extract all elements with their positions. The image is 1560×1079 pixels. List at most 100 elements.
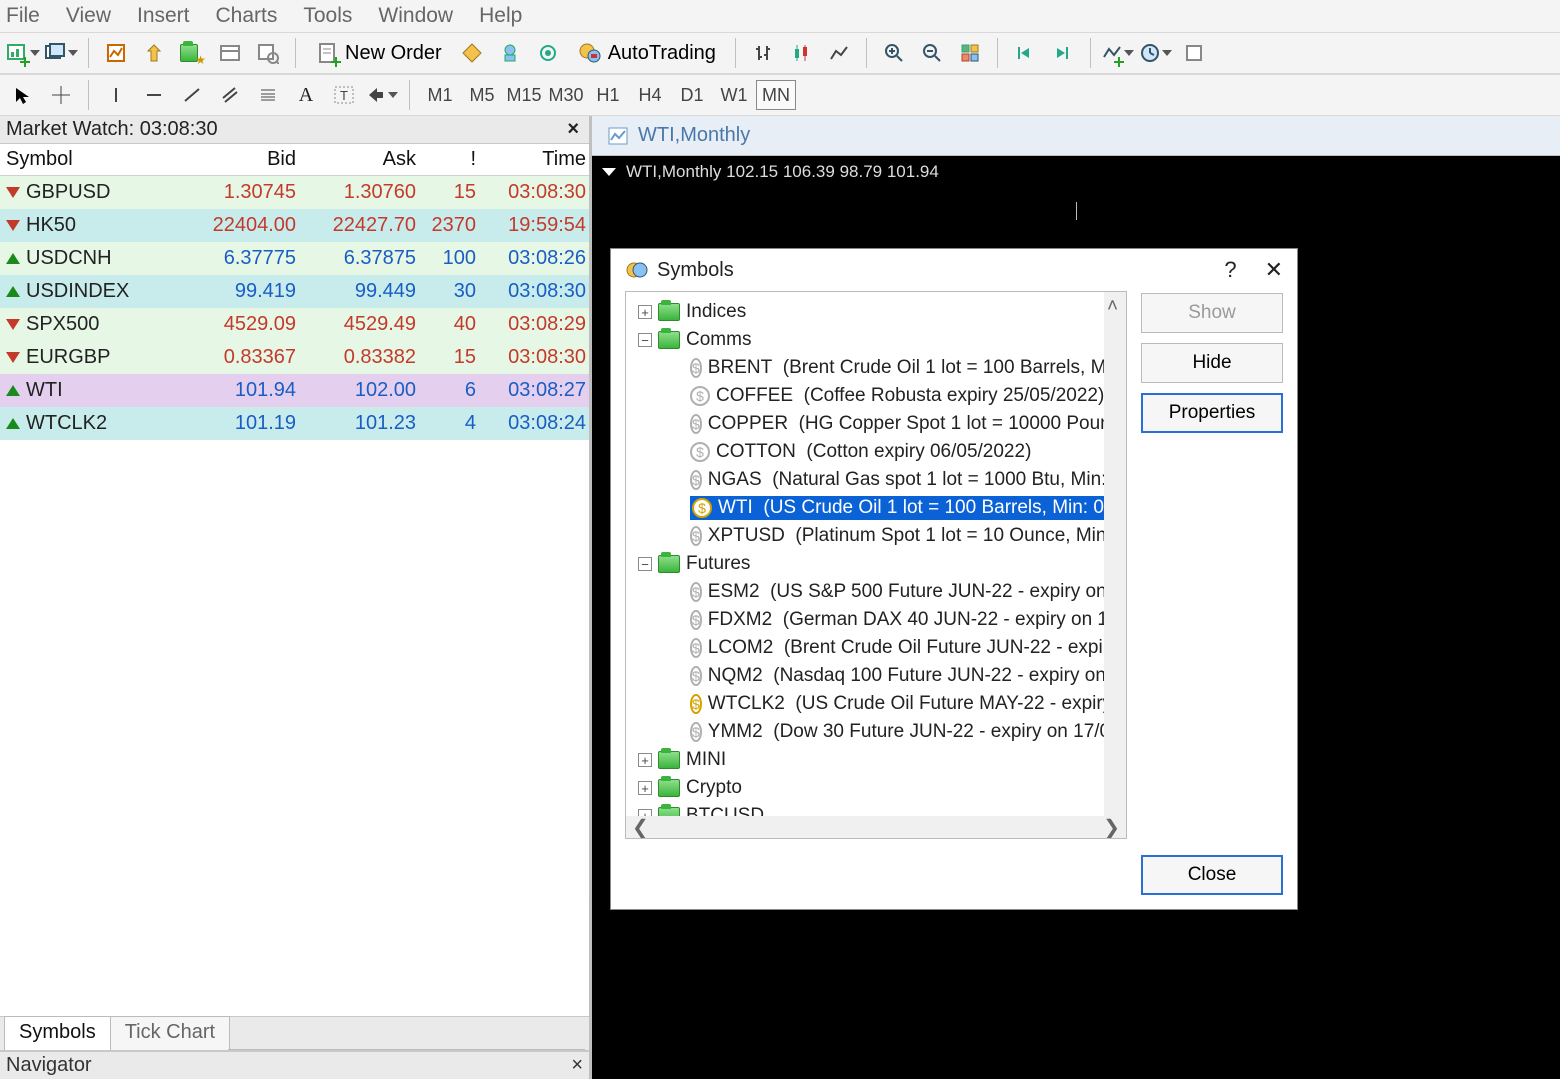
market-watch-row[interactable]: USDINDEX99.41999.4493003:08:30 (0, 275, 589, 308)
col-ask[interactable]: Ask (296, 148, 416, 171)
bar-chart-icon[interactable] (746, 36, 780, 70)
tree-row[interactable]: $ESM2 (US S&P 500 Future JUN-22 - expiry… (628, 578, 1124, 606)
autotrading-button[interactable]: AutoTrading (569, 36, 725, 70)
tab-symbols[interactable]: Symbols (4, 1016, 111, 1050)
tree-row[interactable]: $LCOM2 (Brent Crude Oil Future JUN-22 - … (628, 634, 1124, 662)
expander-icon[interactable]: + (638, 809, 652, 816)
dialog-help-icon[interactable]: ? (1224, 257, 1236, 283)
hide-button[interactable]: Hide (1141, 343, 1283, 383)
timeframe-m1[interactable]: M1 (420, 80, 460, 110)
menu-help[interactable]: Help (479, 4, 522, 28)
navigator-close-icon[interactable]: × (571, 1054, 583, 1077)
tree-hscroll[interactable]: ❮❯ (626, 816, 1126, 838)
expander-icon[interactable]: + (638, 305, 652, 319)
tree-row[interactable]: $NQM2 (Nasdaq 100 Future JUN-22 - expiry… (628, 662, 1124, 690)
timeframe-d1[interactable]: D1 (672, 80, 712, 110)
tree-row[interactable]: +Indices (628, 298, 1124, 326)
timeframe-w1[interactable]: W1 (714, 80, 754, 110)
timeframe-m15[interactable]: M15 (504, 80, 544, 110)
timeframe-mn[interactable]: MN (756, 80, 796, 110)
templates-icon[interactable] (1177, 36, 1211, 70)
dialog-close-icon[interactable]: ✕ (1265, 257, 1283, 283)
new-chart-icon[interactable] (6, 36, 40, 70)
timeframe-h4[interactable]: H4 (630, 80, 670, 110)
symbols-tree[interactable]: ˄ +Indices−Comms$BRENT (Brent Crude Oil … (626, 292, 1126, 816)
market-watch-close-icon[interactable]: × (563, 118, 583, 141)
new-order-button[interactable]: New Order (306, 36, 451, 70)
chart-tab[interactable]: WTI,Monthly (592, 116, 1560, 156)
metaquotes-icon[interactable] (455, 36, 489, 70)
expander-icon[interactable]: + (638, 753, 652, 767)
menu-file[interactable]: File (6, 4, 40, 28)
data-window-icon[interactable] (137, 36, 171, 70)
tree-row[interactable]: −Comms (628, 326, 1124, 354)
profiles-icon[interactable] (44, 36, 78, 70)
tree-row[interactable]: $WTCLK2 (US Crude Oil Future MAY-22 - ex… (628, 690, 1124, 718)
tree-row[interactable]: +Crypto (628, 774, 1124, 802)
tree-row[interactable]: +BTCUSD (628, 802, 1124, 816)
tile-windows-icon[interactable] (953, 36, 987, 70)
chart-menu-caret-icon[interactable] (602, 168, 616, 176)
auto-scroll-icon[interactable] (1046, 36, 1080, 70)
market-watch-row[interactable]: EURGBP0.833670.833821503:08:30 (0, 341, 589, 374)
tree-row[interactable]: $FDXM2 (German DAX 40 JUN-22 - expiry on… (628, 606, 1124, 634)
tree-vscroll[interactable]: ˄ (1104, 292, 1126, 816)
expander-icon[interactable]: − (638, 333, 652, 347)
tree-row[interactable]: $WTI (US Crude Oil 1 lot = 100 Barrels, … (628, 494, 1124, 522)
crosshair-icon[interactable] (44, 78, 78, 112)
zoom-out-icon[interactable] (915, 36, 949, 70)
tree-row[interactable]: +MINI (628, 746, 1124, 774)
timeframe-h1[interactable]: H1 (588, 80, 628, 110)
market-watch-row[interactable]: HK5022404.0022427.70237019:59:54 (0, 209, 589, 242)
equidistant-channel-icon[interactable] (213, 78, 247, 112)
col-time[interactable]: Time (476, 148, 586, 171)
market-watch-icon[interactable] (99, 36, 133, 70)
terminal-icon[interactable] (213, 36, 247, 70)
tree-row[interactable]: $COPPER (HG Copper Spot 1 lot = 10000 Po… (628, 410, 1124, 438)
menu-view[interactable]: View (66, 4, 111, 28)
tab-tick-chart[interactable]: Tick Chart (110, 1016, 230, 1050)
vertical-line-icon[interactable] (99, 78, 133, 112)
indicators-icon[interactable] (1101, 36, 1135, 70)
trendline-icon[interactable] (175, 78, 209, 112)
properties-button[interactable]: Properties (1141, 393, 1283, 433)
tree-row[interactable]: $XPTUSD (Platinum Spot 1 lot = 10 Ounce,… (628, 522, 1124, 550)
market-watch-row[interactable]: SPX5004529.094529.494003:08:29 (0, 308, 589, 341)
horizontal-line-icon[interactable] (137, 78, 171, 112)
cursor-icon[interactable] (6, 78, 40, 112)
expander-icon[interactable]: − (638, 557, 652, 571)
market-watch-row[interactable]: GBPUSD1.307451.307601503:08:30 (0, 176, 589, 209)
line-chart-icon[interactable] (822, 36, 856, 70)
text-icon[interactable]: A (289, 78, 323, 112)
zoom-in-icon[interactable] (877, 36, 911, 70)
signals-icon[interactable] (531, 36, 565, 70)
market-watch-row[interactable]: WTCLK2101.19101.23403:08:24 (0, 407, 589, 440)
menu-insert[interactable]: Insert (137, 4, 190, 28)
expander-icon[interactable]: + (638, 781, 652, 795)
text-label-icon[interactable]: T (327, 78, 361, 112)
expert-advisors-icon[interactable] (493, 36, 527, 70)
timeframe-m30[interactable]: M30 (546, 80, 586, 110)
periodicity-icon[interactable] (1139, 36, 1173, 70)
candlestick-icon[interactable] (784, 36, 818, 70)
navigator-icon[interactable]: ★ (175, 36, 209, 70)
tree-row[interactable]: $COFFEE (Coffee Robusta expiry 25/05/202… (628, 382, 1124, 410)
menu-charts[interactable]: Charts (216, 4, 278, 28)
tree-row[interactable]: $NGAS (Natural Gas spot 1 lot = 1000 Btu… (628, 466, 1124, 494)
col-symbol[interactable]: Symbol (6, 148, 186, 171)
market-watch-row[interactable]: USDCNH6.377756.3787510003:08:26 (0, 242, 589, 275)
timeframe-m5[interactable]: M5 (462, 80, 502, 110)
tree-row[interactable]: $YMM2 (Dow 30 Future JUN-22 - expiry on … (628, 718, 1124, 746)
show-button[interactable]: Show (1141, 293, 1283, 333)
menu-window[interactable]: Window (378, 4, 453, 28)
col-spread[interactable]: ! (416, 148, 476, 171)
strategy-tester-icon[interactable] (251, 36, 285, 70)
menu-tools[interactable]: Tools (303, 4, 352, 28)
col-bid[interactable]: Bid (186, 148, 296, 171)
market-watch-row[interactable]: WTI101.94102.00603:08:27 (0, 374, 589, 407)
tree-row[interactable]: −Futures (628, 550, 1124, 578)
arrows-icon[interactable] (365, 78, 399, 112)
tree-row[interactable]: $COTTON (Cotton expiry 06/05/2022) (628, 438, 1124, 466)
tree-row[interactable]: $BRENT (Brent Crude Oil 1 lot = 100 Barr… (628, 354, 1124, 382)
shift-end-icon[interactable] (1008, 36, 1042, 70)
